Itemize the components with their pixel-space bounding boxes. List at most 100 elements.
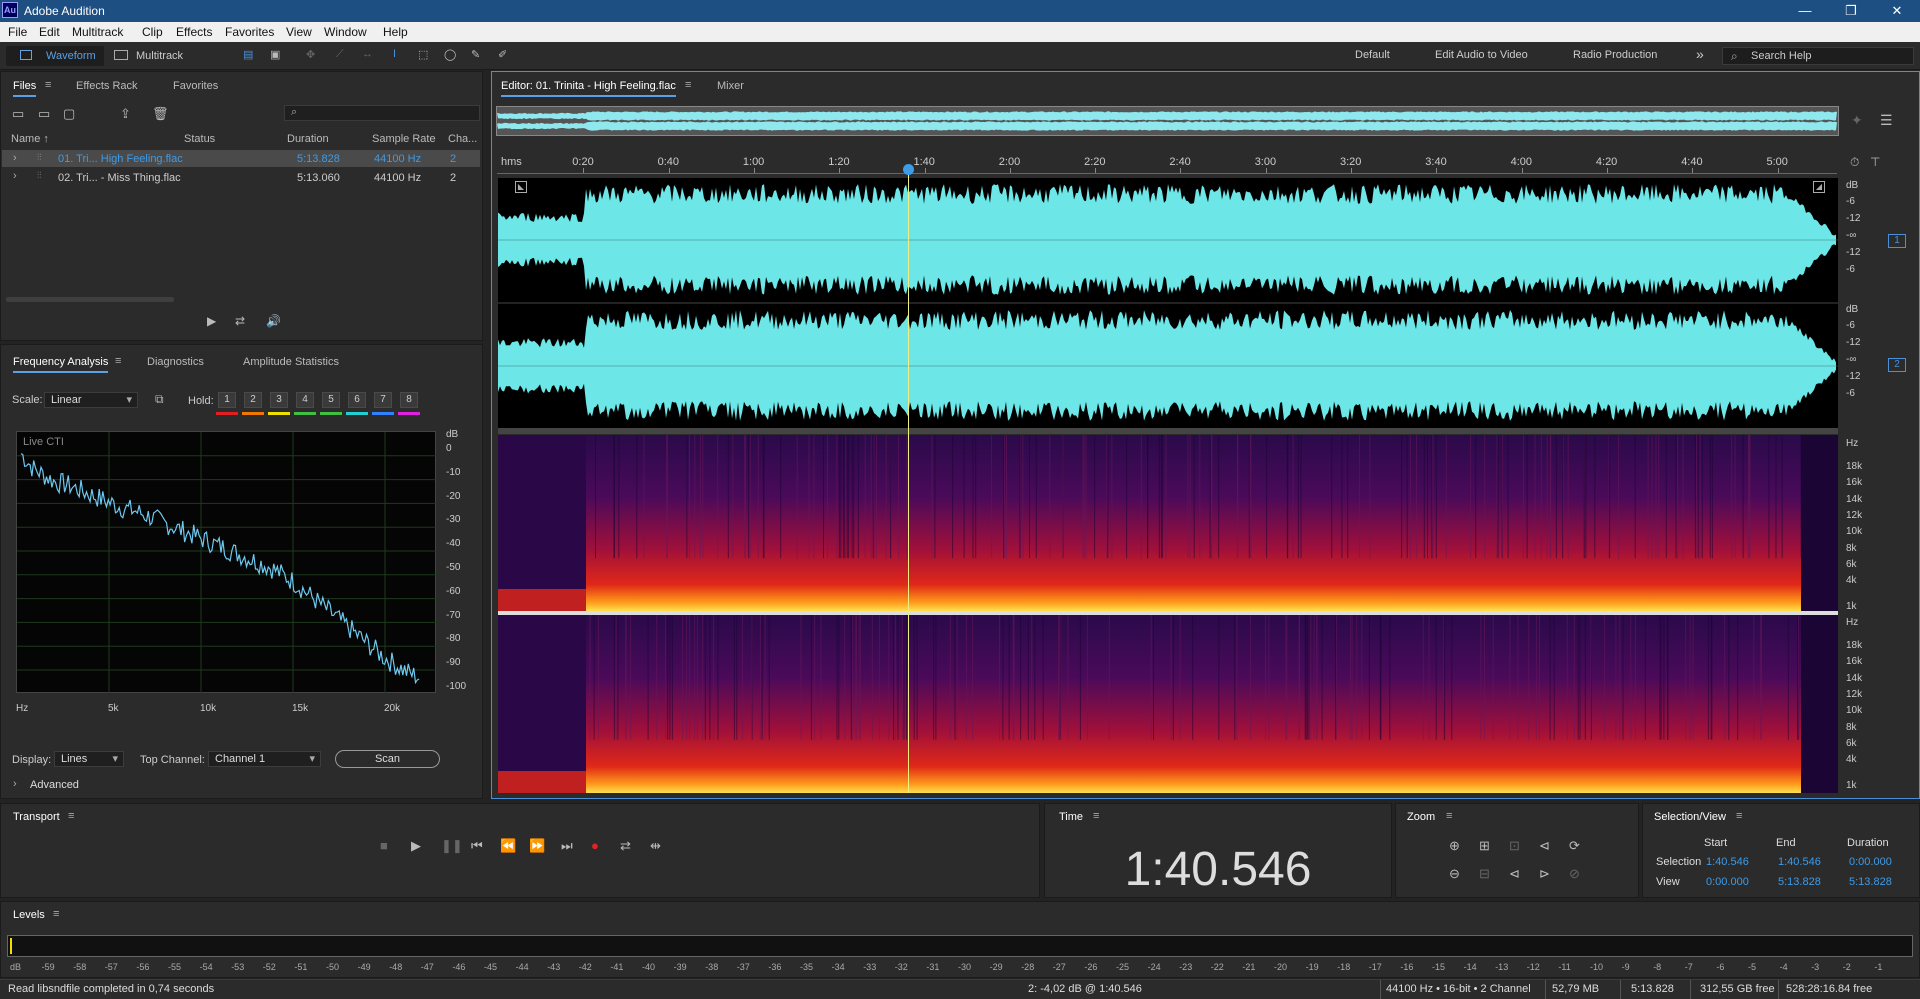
open-file-icon[interactable]: ▭ <box>12 106 24 122</box>
selection-duration[interactable]: 0:00.000 <box>1849 856 1892 868</box>
workspaces-more-icon[interactable]: » <box>1696 46 1704 62</box>
spectral-display-icon[interactable]: ▤ <box>243 48 253 61</box>
column-status[interactable]: Status <box>184 133 215 145</box>
view-duration[interactable]: 5:13.828 <box>1849 876 1892 888</box>
import-file-icon[interactable]: ▭ <box>38 106 50 122</box>
menu-clip[interactable]: Clip <box>142 25 163 39</box>
zoom-left-icon[interactable]: ⊲ <box>1539 838 1550 854</box>
channel-1-toggle[interactable]: 1 <box>1888 234 1906 248</box>
menu-effects[interactable]: Effects <box>176 25 212 39</box>
display-dropdown[interactable]: Lines <box>54 751 124 767</box>
pin-icon[interactable]: ⊤ <box>1870 155 1880 169</box>
hold-button-3[interactable]: 3 <box>270 392 288 408</box>
selection-view-menu-icon[interactable]: ≡ <box>1736 810 1742 822</box>
zoom-in-time-icon[interactable]: ⊟ <box>1479 866 1490 882</box>
scale-dropdown[interactable]: Linear <box>44 392 138 408</box>
pause-icon[interactable]: ❚❚ <box>441 838 463 854</box>
move-tool-icon[interactable]: ✥ <box>306 48 315 61</box>
workspace-radio-production[interactable]: Radio Production <box>1573 49 1657 61</box>
tab-mixer[interactable]: Mixer <box>717 80 744 92</box>
playhead[interactable] <box>907 165 909 793</box>
tab-favorites[interactable]: Favorites <box>173 80 218 92</box>
menu-view[interactable]: View <box>286 25 312 39</box>
zoom-reset-icon[interactable]: ⊘ <box>1569 866 1580 882</box>
hold-button-5[interactable]: 5 <box>322 392 340 408</box>
multitrack-mode-button[interactable]: Multitrack <box>108 46 196 66</box>
view-end[interactable]: 5:13.828 <box>1778 876 1821 888</box>
maximize-button[interactable]: ❐ <box>1828 0 1874 22</box>
zoom-menu-icon[interactable]: ≡ <box>1446 810 1452 822</box>
zoom-in-amplitude-icon[interactable]: ✦ <box>1851 112 1863 129</box>
column-sample-rate[interactable]: Sample Rate <box>372 133 436 145</box>
time-menu-icon[interactable]: ≡ <box>1093 810 1099 822</box>
file-name[interactable]: 02. Tri... - Miss Thing.flac <box>58 172 181 184</box>
slip-tool-icon[interactable]: ↔ <box>362 48 373 60</box>
hold-button-2[interactable]: 2 <box>244 392 262 408</box>
tab-amplitude-statistics[interactable]: Amplitude Statistics <box>243 356 339 368</box>
tab-diagnostics[interactable]: Diagnostics <box>147 356 204 368</box>
advanced-chevron-icon[interactable]: › <box>13 778 17 790</box>
minimize-button[interactable]: — <box>1782 0 1828 22</box>
column-duration[interactable]: Duration <box>287 133 329 145</box>
files-search-input[interactable]: ⌕ <box>284 105 480 121</box>
next-icon[interactable]: ⏭ <box>561 838 573 854</box>
menu-window[interactable]: Window <box>324 25 367 39</box>
waveform-display[interactable] <box>498 178 1838 428</box>
analysis-panel-menu-icon[interactable]: ≡ <box>115 355 121 367</box>
levels-menu-icon[interactable]: ≡ <box>53 908 59 920</box>
new-file-icon[interactable]: ▢ <box>63 106 75 122</box>
zoom-full-icon[interactable]: ⊳ <box>1539 866 1550 882</box>
advanced-section[interactable]: Advanced <box>30 779 79 791</box>
preview-play-icon[interactable]: ▶ <box>207 314 216 328</box>
channel-2-toggle[interactable]: 2 <box>1888 358 1906 372</box>
delete-file-icon[interactable]: 🗑 <box>152 106 169 122</box>
playhead-handle-icon[interactable] <box>902 164 914 175</box>
waveform-mode-button[interactable]: Waveform <box>6 46 104 66</box>
close-button[interactable]: ✕ <box>1874 0 1920 22</box>
hold-button-1[interactable]: 1 <box>218 392 236 408</box>
spectral-pitch-icon[interactable]: ▣ <box>270 48 280 61</box>
editor-menu-icon[interactable]: ≡ <box>685 79 691 91</box>
search-help-input[interactable]: ⌕ Search Help <box>1722 47 1914 65</box>
preview-volume-icon[interactable]: 🔊 <box>266 314 281 328</box>
scan-button[interactable]: Scan <box>335 750 440 768</box>
insert-into-multitrack-icon[interactable]: ⇪ <box>120 106 131 122</box>
expand-chevron-icon[interactable]: › <box>13 152 17 164</box>
razor-tool-icon[interactable]: ⟋ <box>336 48 344 61</box>
spot-healing-tool-icon[interactable]: ✐ <box>498 48 507 61</box>
menu-help[interactable]: Help <box>383 25 408 39</box>
toggle-view-icon[interactable]: ☰ <box>1880 112 1893 129</box>
selection-start[interactable]: 1:40.546 <box>1706 856 1749 868</box>
zoom-out-time-icon[interactable]: ⊲ <box>1509 866 1520 882</box>
previous-icon[interactable]: ⏮ <box>471 838 483 854</box>
zoom-right-icon[interactable]: ⟳ <box>1569 838 1580 854</box>
tab-effects-rack[interactable]: Effects Rack <box>76 80 138 92</box>
tab-editor[interactable]: Editor: 01. Trinita - High Feeling.flac <box>501 80 676 97</box>
hold-button-7[interactable]: 7 <box>374 392 392 408</box>
fade-in-handle-icon[interactable]: ◣ <box>515 181 527 193</box>
transport-menu-icon[interactable]: ≡ <box>68 810 74 822</box>
metronome-icon[interactable]: ⏱ <box>1850 155 1859 170</box>
record-icon[interactable]: ● <box>591 838 599 853</box>
play-icon[interactable]: ▶ <box>411 838 421 854</box>
tab-files[interactable]: Files <box>13 80 37 97</box>
preview-loop-icon[interactable]: ⇄ <box>235 314 245 328</box>
overview-bar[interactable] <box>496 106 1839 136</box>
stop-icon[interactable]: ■ <box>380 838 388 853</box>
workspace-edit-audio-to-video[interactable]: Edit Audio to Video <box>1435 49 1528 61</box>
workspace-default[interactable]: Default <box>1355 49 1390 61</box>
zoom-out-full-icon[interactable]: ⊞ <box>1479 838 1490 854</box>
brush-tool-icon[interactable]: ✎ <box>471 48 480 61</box>
menu-file[interactable]: File <box>8 25 27 39</box>
hold-button-6[interactable]: 6 <box>348 392 366 408</box>
lasso-tool-icon[interactable]: ◯ <box>444 48 456 61</box>
menu-favorites[interactable]: Favorites <box>225 25 274 39</box>
tab-frequency-analysis[interactable]: Frequency Analysis <box>13 356 109 373</box>
zoom-out-amplitude-icon[interactable]: ⊖ <box>1449 866 1460 882</box>
time-ruler[interactable] <box>497 150 1837 176</box>
spectral-display[interactable] <box>498 435 1838 793</box>
menu-multitrack[interactable]: Multitrack <box>72 25 123 39</box>
menu-edit[interactable]: Edit <box>39 25 60 39</box>
marquee-tool-icon[interactable]: ⬚ <box>418 48 428 61</box>
scale-options-icon[interactable]: ⧉ <box>155 392 164 407</box>
